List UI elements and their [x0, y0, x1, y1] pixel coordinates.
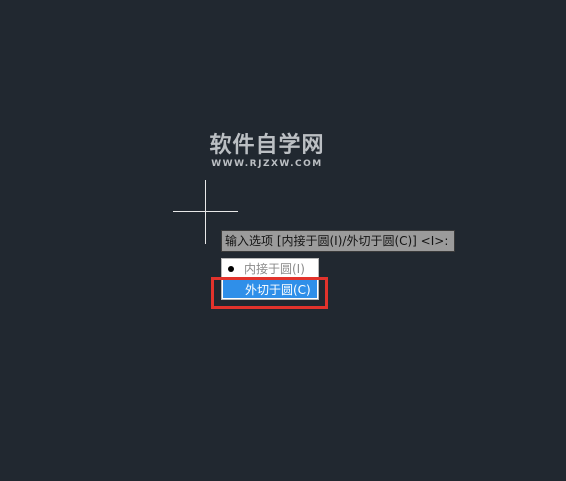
- command-prompt-tooltip: 输入选项 [内接于圆(I)/外切于圆(C)] <I>:: [221, 230, 455, 252]
- watermark-title: 软件自学网: [209, 133, 325, 158]
- watermark-logo: 软件自学网 WWW.RJZXW.COM: [196, 133, 338, 169]
- option-inscribed[interactable]: 内接于圆(I): [222, 259, 318, 279]
- annotation-highlight-frame: [211, 277, 328, 309]
- bullet-icon: [228, 266, 234, 272]
- option-inscribed-label: 内接于圆(I): [244, 262, 305, 276]
- command-prompt-text: 输入选项 [内接于圆(I)/外切于圆(C)] <I>:: [225, 234, 449, 248]
- watermark-url: WWW.RJZXW.COM: [211, 159, 323, 169]
- crosshair-vertical: [205, 180, 206, 244]
